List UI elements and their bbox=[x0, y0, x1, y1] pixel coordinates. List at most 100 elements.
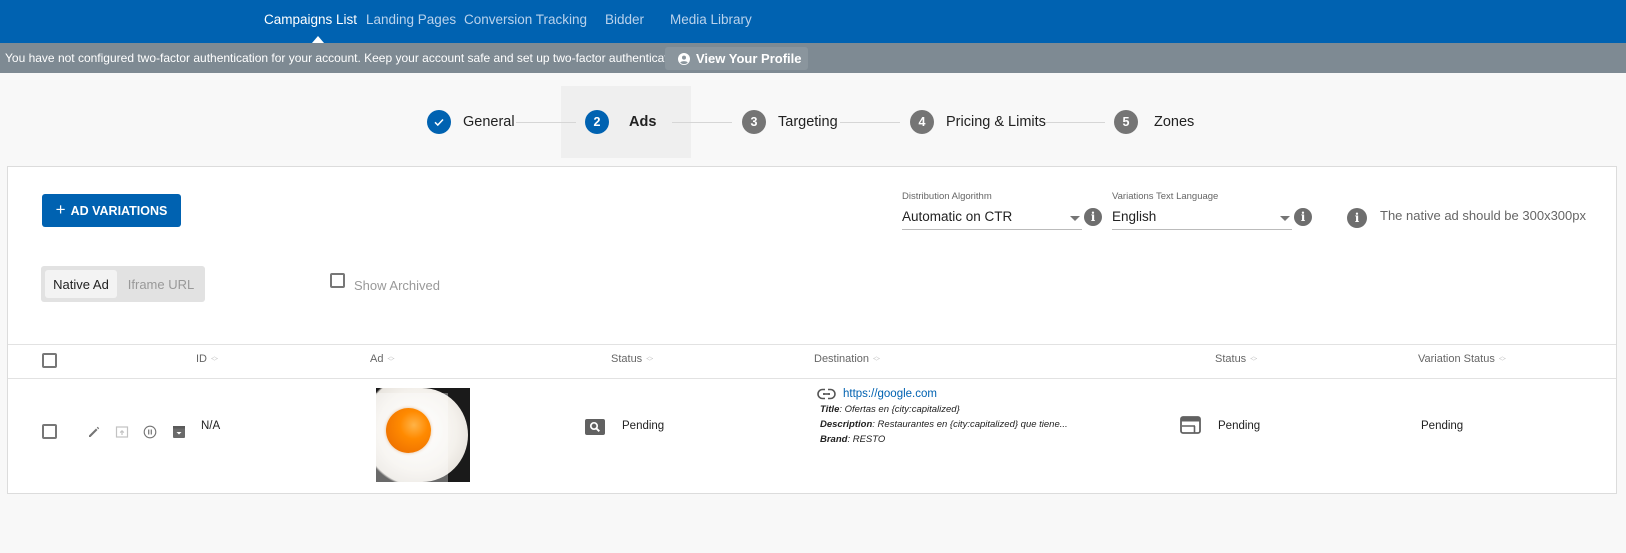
user-circle-icon bbox=[678, 52, 690, 65]
info-icon[interactable]: i bbox=[1084, 208, 1102, 226]
column-header-destination[interactable]: Destination ︿ ﹀ bbox=[814, 353, 881, 366]
native-ad-size-note: The native ad should be 300x300px bbox=[1380, 208, 1586, 223]
ad-id: N/A bbox=[201, 420, 221, 432]
sort-icon: ︿ ﹀ bbox=[646, 353, 654, 366]
dropdown-arrow-icon bbox=[1280, 216, 1290, 221]
column-label: Destination bbox=[814, 353, 870, 365]
pause-icon[interactable] bbox=[143, 425, 157, 439]
two-factor-warning-bar: You have not configured two-factor authe… bbox=[0, 43, 1626, 73]
text-language-select[interactable]: English bbox=[1112, 206, 1292, 230]
step-number: 5 bbox=[1114, 110, 1138, 134]
ad-title: Ofertas en {city:capitalized} bbox=[844, 404, 960, 415]
row-checkbox[interactable] bbox=[42, 424, 57, 439]
step-targeting[interactable]: 3 Targeting bbox=[742, 110, 838, 134]
ad-brand: RESTO bbox=[852, 434, 886, 445]
nav-landing-pages[interactable]: Landing Pages bbox=[366, 12, 456, 27]
destination-status: Pending bbox=[1218, 420, 1261, 432]
sort-icon: ︿ ﹀ bbox=[1498, 353, 1506, 366]
top-nav: Campaigns List Landing Pages Conversion … bbox=[0, 0, 1626, 43]
ad-description-line: Description: Restaurantes en {city:capit… bbox=[820, 419, 1068, 430]
column-label: Status bbox=[1215, 353, 1247, 365]
toggle-native-ad[interactable]: Native Ad bbox=[45, 270, 117, 298]
step-connector bbox=[516, 122, 576, 123]
view-profile-button[interactable]: View Your Profile bbox=[665, 47, 808, 70]
column-label: Ad bbox=[370, 353, 384, 365]
nav-campaigns-list[interactable]: Campaigns List bbox=[264, 12, 357, 27]
link-icon bbox=[817, 388, 836, 400]
table-divider bbox=[8, 378, 1616, 379]
distribution-algorithm-select[interactable]: Automatic on CTR bbox=[902, 206, 1082, 230]
web-layout-icon[interactable] bbox=[1180, 416, 1201, 434]
column-header-id[interactable]: ID ︿ ﹀ bbox=[196, 353, 218, 366]
select-all-checkbox[interactable] bbox=[42, 353, 57, 368]
step-label: Targeting bbox=[778, 114, 838, 130]
ad-description: Restaurantes en {city:capitalized} que t… bbox=[877, 419, 1068, 430]
step-connector bbox=[1045, 122, 1105, 123]
column-label: Status bbox=[611, 353, 643, 365]
column-header-ad[interactable]: Ad ︿ ﹀ bbox=[370, 353, 395, 366]
description-label: Description bbox=[820, 419, 873, 430]
active-nav-caret bbox=[312, 36, 324, 43]
ads-panel: + AD VARIATIONS Distribution Algorithm A… bbox=[7, 166, 1617, 494]
text-language-label: Variations Text Language bbox=[1112, 191, 1219, 202]
distribution-algorithm-label: Distribution Algorithm bbox=[902, 191, 992, 202]
distribution-algorithm-value: Automatic on CTR bbox=[902, 209, 1013, 224]
step-label: General bbox=[463, 114, 515, 130]
ad-brand-line: Brand: RESTO bbox=[820, 434, 886, 445]
ad-status: Pending bbox=[622, 420, 665, 432]
step-label: Ads bbox=[629, 114, 657, 130]
dropdown-arrow-icon bbox=[1070, 216, 1080, 221]
text-language-field: Variations Text Language English bbox=[1112, 191, 1292, 230]
view-profile-label: View Your Profile bbox=[696, 51, 802, 66]
column-header-dest-status[interactable]: Status ︿ ﹀ bbox=[1215, 353, 1258, 366]
sort-icon: ︿ ﹀ bbox=[211, 353, 218, 366]
toggle-iframe-url[interactable]: Iframe URL bbox=[121, 270, 201, 298]
column-header-variation-status[interactable]: Variation Status ︿ ﹀ bbox=[1418, 353, 1506, 366]
show-archived-label[interactable]: Show Archived bbox=[354, 278, 440, 293]
sort-icon: ︿ ﹀ bbox=[1250, 353, 1258, 366]
info-icon[interactable]: i bbox=[1294, 208, 1312, 226]
column-label: Variation Status bbox=[1418, 353, 1495, 365]
show-archived-checkbox[interactable] bbox=[330, 273, 345, 288]
title-label: Title bbox=[820, 404, 840, 415]
ad-thumbnail-fried-egg[interactable] bbox=[376, 388, 470, 482]
info-icon: i bbox=[1347, 208, 1367, 228]
distribution-algorithm-field: Distribution Algorithm Automatic on CTR bbox=[902, 191, 1082, 230]
step-general[interactable]: General bbox=[427, 110, 515, 134]
publish-icon[interactable] bbox=[115, 425, 129, 439]
text-language-value: English bbox=[1112, 209, 1157, 224]
step-connector bbox=[840, 122, 900, 123]
step-pricing-limits[interactable]: 4 Pricing & Limits bbox=[910, 110, 1046, 134]
variation-status: Pending bbox=[1421, 420, 1464, 432]
ad-type-toggle: Native Ad Iframe URL bbox=[41, 266, 205, 302]
step-label: Pricing & Limits bbox=[946, 114, 1046, 130]
plus-icon: + bbox=[55, 200, 66, 219]
step-number: 4 bbox=[910, 110, 934, 134]
step-connector bbox=[672, 122, 732, 123]
archive-icon[interactable] bbox=[172, 425, 186, 439]
egg-yolk bbox=[386, 408, 431, 453]
add-ad-variations-button[interactable]: + AD VARIATIONS bbox=[42, 194, 181, 227]
step-number: 2 bbox=[585, 110, 609, 134]
nav-bidder[interactable]: Bidder bbox=[605, 12, 644, 27]
edit-icon[interactable] bbox=[87, 425, 101, 439]
column-label: ID bbox=[196, 353, 207, 365]
step-label: Zones bbox=[1154, 114, 1195, 130]
search-icon[interactable] bbox=[585, 419, 605, 435]
campaign-stepper: General 2 Ads 3 Targeting 4 Pricing & Li… bbox=[0, 86, 1626, 158]
ad-title-line: Title: Ofertas en {city:capitalized} bbox=[820, 404, 960, 415]
step-ads[interactable]: 2 Ads bbox=[585, 110, 656, 134]
sort-icon: ︿ ﹀ bbox=[873, 353, 881, 366]
brand-label: Brand bbox=[820, 434, 848, 445]
check-icon bbox=[427, 110, 451, 134]
warning-message: You have not configured two-factor authe… bbox=[5, 51, 712, 65]
nav-conversion-tracking[interactable]: Conversion Tracking bbox=[464, 12, 587, 27]
table-divider bbox=[8, 344, 1616, 345]
add-ad-variations-label: AD VARIATIONS bbox=[70, 203, 168, 218]
destination-url[interactable]: https://google.com bbox=[843, 388, 937, 400]
column-header-status[interactable]: Status ︿ ﹀ bbox=[611, 353, 654, 366]
step-zones[interactable]: 5 Zones bbox=[1114, 110, 1194, 134]
nav-media-library[interactable]: Media Library bbox=[670, 12, 752, 27]
destination-cell: https://google.com Title: Ofertas en {ci… bbox=[817, 388, 1068, 445]
sort-icon: ︿ ﹀ bbox=[387, 353, 395, 366]
